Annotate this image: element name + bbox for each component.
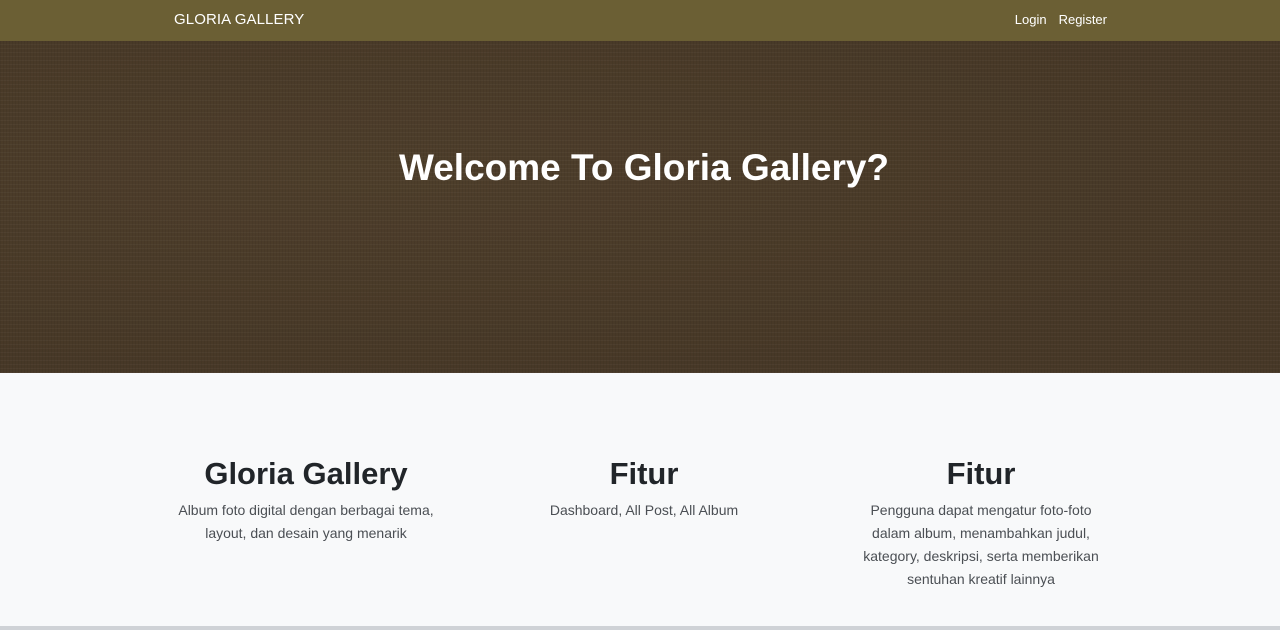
feature-title: Fitur <box>609 456 679 491</box>
hero-title: Welcome To Gloria Gallery? <box>398 147 890 188</box>
features-section: Gloria Gallery Album foto digital dengan… <box>0 373 1280 630</box>
navbar: GLORIA GALLERY Login Register <box>0 0 1280 41</box>
feature-gloria-gallery: Gloria Gallery Album foto digital dengan… <box>176 456 436 545</box>
feature-fitur-description: Fitur Pengguna dapat mengatur foto-foto … <box>851 456 1111 591</box>
login-link[interactable]: Login <box>1015 12 1047 27</box>
feature-fitur-menu: Fitur Dashboard, All Post, All Album <box>514 456 774 522</box>
brand-link[interactable]: GLORIA GALLERY <box>174 11 304 28</box>
feature-title: Gloria Gallery <box>204 456 408 491</box>
horizontal-scrollbar[interactable] <box>0 626 1280 630</box>
nav-links: Login Register <box>1015 12 1107 27</box>
feature-text: Pengguna dapat mengatur foto-foto dalam … <box>863 502 1099 588</box>
feature-title: Fitur <box>946 456 1016 491</box>
hero-banner: Welcome To Gloria Gallery? <box>0 41 1280 373</box>
feature-text: Dashboard, All Post, All Album <box>549 502 739 519</box>
feature-text: Album foto digital dengan berbagai tema,… <box>178 502 434 542</box>
register-link[interactable]: Register <box>1059 12 1107 27</box>
